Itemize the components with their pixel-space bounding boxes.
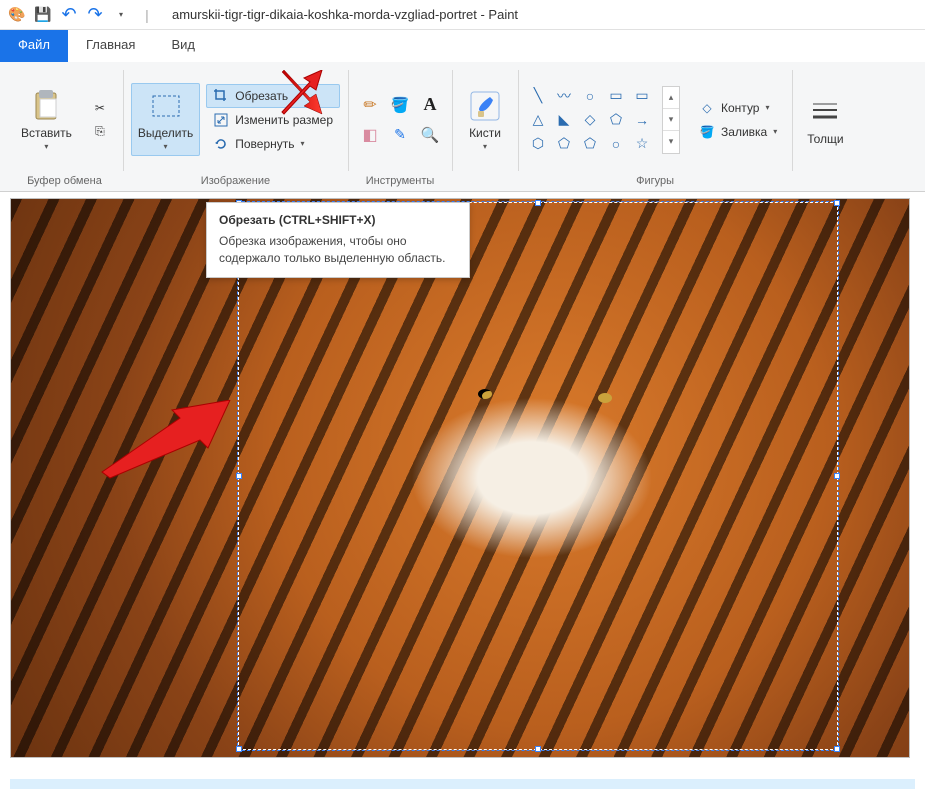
shape-star[interactable]: ☆ (630, 133, 654, 155)
clipboard-icon (28, 88, 64, 124)
brushes-label: Кисти (469, 126, 501, 140)
shape-curve[interactable]: 〰 (552, 85, 576, 107)
select-label: Выделить (138, 126, 193, 140)
shape-poly1[interactable]: ⬠ (552, 133, 576, 155)
resize-icon (213, 112, 229, 128)
shape-line[interactable]: ╲ (526, 85, 550, 107)
paste-label: Вставить (21, 126, 72, 140)
group-size: Толщи (792, 66, 858, 191)
title-bar: 🎨 💾 ↶ ↷ ▾ | amurskii-tigr-tigr-dikaia-ko… (0, 0, 925, 30)
bucket-icon: 🪣 (391, 96, 410, 114)
select-icon (148, 88, 184, 124)
tab-file[interactable]: Файл (0, 30, 68, 62)
tab-view[interactable]: Вид (153, 30, 213, 62)
qat-customize[interactable]: ▾ (110, 4, 132, 26)
outline-icon: ◇ (699, 100, 715, 116)
fill-icon: 🪣 (699, 124, 715, 140)
annotation-arrow (100, 400, 240, 480)
eyedropper-icon: ✎ (394, 126, 406, 143)
qat-separator: | (136, 4, 158, 26)
shapes-scroll: ▴ ▾ ▾ (662, 86, 680, 154)
shape-arrow[interactable]: → (630, 109, 654, 131)
shape-hexagon[interactable]: ⬡ (526, 133, 550, 155)
horizontal-scrollbar[interactable] (10, 779, 915, 789)
outline-button[interactable]: ◇ Контур ▾ (692, 96, 784, 120)
picker-tool[interactable]: ✎ (386, 121, 414, 149)
tab-home[interactable]: Главная (68, 30, 153, 62)
annotation-arrow (280, 70, 370, 120)
select-button[interactable]: Выделить ▾ (131, 83, 200, 156)
text-icon: A (424, 94, 437, 115)
group-label-shapes: Фигуры (636, 173, 674, 189)
save-button[interactable]: 💾 (32, 4, 54, 26)
group-label-clipboard: Буфер обмена (27, 173, 102, 189)
shape-rect[interactable]: ▭ (604, 85, 628, 107)
size-button[interactable]: Толщи (800, 89, 850, 151)
group-shapes: ╲ 〰 ○ ▭ ▭ △ ◣ ◇ ⬠ → ⬡ ⬠ ⬠ ○ ☆ ▴ ▾ ▾ (518, 66, 792, 191)
magnifier-tool[interactable]: 🔍 (416, 121, 444, 149)
chevron-down-icon: ▾ (483, 142, 487, 151)
shape-poly2[interactable]: ⬠ (578, 133, 602, 155)
rotate-label: Повернуть (235, 137, 294, 151)
redo-button[interactable]: ↷ (84, 4, 106, 26)
copy-button[interactable]: ⎘ (85, 120, 115, 144)
group-label-image: Изображение (201, 173, 270, 189)
group-label-tools: Инструменты (366, 173, 435, 189)
eraser-icon: ◧ (362, 125, 377, 145)
outline-label: Контур (721, 101, 759, 115)
shapes-scroll-up[interactable]: ▴ (663, 87, 679, 109)
size-icon (807, 94, 843, 130)
shape-pentagon[interactable]: ⬠ (604, 109, 628, 131)
shape-triangle[interactable]: △ (526, 109, 550, 131)
shape-roundrect[interactable]: ▭ (630, 85, 654, 107)
chevron-down-icon: ▾ (44, 142, 48, 151)
fill-button[interactable]: 🪣 Заливка ▾ (692, 120, 784, 144)
app-icon[interactable]: 🎨 (6, 4, 28, 26)
eraser-tool[interactable]: ◧ (356, 121, 384, 149)
chevron-down-icon: ▾ (301, 139, 305, 148)
undo-button[interactable]: ↶ (58, 4, 80, 26)
magnifier-icon: 🔍 (421, 126, 440, 144)
copy-icon: ⎘ (92, 124, 108, 140)
shape-right-tri[interactable]: ◣ (552, 109, 576, 131)
tooltip-body: Обрезка изображения, чтобы оно содержало… (219, 233, 457, 267)
crop-icon (213, 88, 229, 104)
group-label-brushes (483, 173, 486, 189)
window-title: amurskii-tigr-tigr-dikaia-koshka-morda-v… (172, 7, 518, 22)
shapes-scroll-down[interactable]: ▾ (663, 109, 679, 131)
shape-oval[interactable]: ○ (578, 85, 602, 107)
rotate-icon (213, 136, 229, 152)
ribbon-tabs: Файл Главная Вид (0, 30, 925, 62)
cut-button[interactable]: ✂ (85, 96, 115, 120)
tooltip-title: Обрезать (CTRL+SHIFT+X) (219, 213, 457, 227)
fill-tool[interactable]: 🪣 (386, 91, 414, 119)
chevron-down-icon: ▾ (765, 103, 769, 112)
size-label: Толщи (807, 132, 843, 146)
shapes-gallery: ╲ 〰 ○ ▭ ▭ △ ◣ ◇ ⬠ → ⬡ ⬠ ⬠ ○ ☆ (526, 85, 654, 155)
group-clipboard: Вставить ▾ ✂ ⎘ Буфер обмена (6, 66, 123, 191)
ribbon: Вставить ▾ ✂ ⎘ Буфер обмена Выделить ▾ (0, 62, 925, 192)
rotate-button[interactable]: Повернуть ▾ (206, 132, 340, 156)
brush-icon (467, 88, 503, 124)
scissors-icon: ✂ (92, 100, 108, 116)
tooltip-crop: Обрезать (CTRL+SHIFT+X) Обрезка изображе… (206, 202, 470, 278)
text-tool[interactable]: A (416, 91, 444, 119)
chevron-down-icon: ▾ (164, 142, 168, 151)
quick-access-toolbar: 🎨 💾 ↶ ↷ ▾ | (6, 4, 158, 26)
canvas-area[interactable]: Обрезать (CTRL+SHIFT+X) Обрезка изображе… (0, 192, 925, 797)
chevron-down-icon: ▾ (773, 127, 777, 136)
fill-label: Заливка (721, 125, 767, 139)
brushes-button[interactable]: Кисти ▾ (460, 83, 510, 156)
paste-button[interactable]: Вставить ▾ (14, 83, 79, 156)
shape-diamond[interactable]: ◇ (578, 109, 602, 131)
group-label-size (824, 173, 827, 189)
shape-circle[interactable]: ○ (604, 133, 628, 155)
shapes-expand[interactable]: ▾ (663, 131, 679, 153)
group-brushes: Кисти ▾ (452, 66, 518, 191)
